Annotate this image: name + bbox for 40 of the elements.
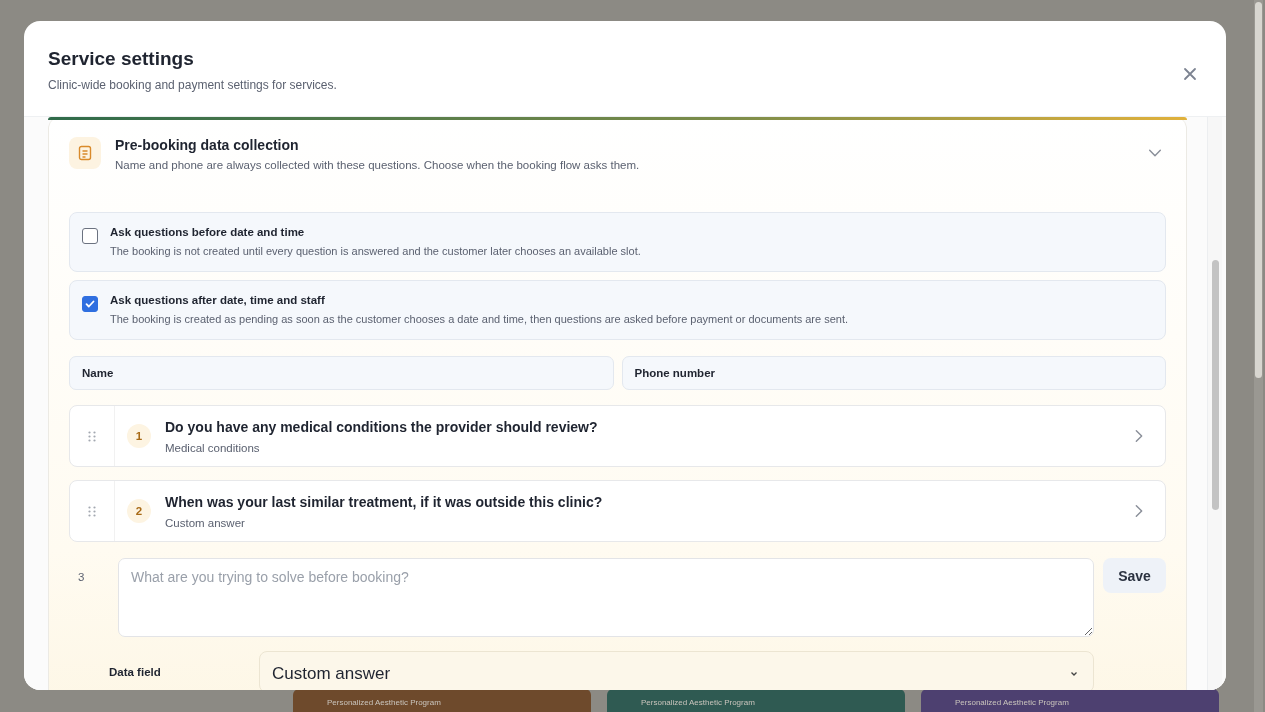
question-input[interactable]: What are you trying to solve before booking? (118, 558, 1094, 637)
option-label: Ask questions after date, time and staff (110, 294, 326, 306)
question-data-field: Custom answer (165, 517, 1123, 529)
fixed-field: Phone number (621, 356, 1166, 390)
save-button[interactable]: Save (1103, 558, 1166, 593)
question-row[interactable]: 2 When was your last similar treatment, if it was outside this clinic? Custom answer (69, 480, 1166, 542)
service-card[interactable]: Personalized Aesthetic Program (293, 689, 591, 712)
dialog-title: Service settings (48, 48, 194, 70)
question-row[interactable]: 1 Do you have any medical conditions the provider should review? Medical conditions (69, 405, 1166, 467)
question-number: 1 (127, 424, 151, 448)
data-field-select[interactable]: Custom answer (259, 651, 1094, 690)
service-card[interactable]: Personalized Aesthetic Program (921, 689, 1219, 712)
question-title: When was your last similar treatment, if it was outside this clinic? (165, 494, 604, 510)
dialog-subtitle: Clinic-wide booking and payment settings for services. (48, 78, 337, 92)
timing-option[interactable]: Ask questions before date and time The booking is not created until every question is answered and the customer later chooses an available slot. (69, 212, 1166, 272)
timing-option[interactable]: Ask questions after date, time and staff The booking is created as pending as soon as the customer chooses a date and time, then questions are asked before payment or documents are sent. (69, 280, 1166, 340)
section-description: Name and phone are always collected with these questions. Choose when the booking flow asks them. (115, 159, 641, 171)
service-card[interactable]: Personalized Aesthetic Program (607, 689, 905, 712)
page-scrollbar[interactable] (1254, 0, 1263, 712)
question-title: Do you have any medical conditions the provider should review? (165, 419, 599, 435)
card-subtitle: Personalized Aesthetic Program (327, 698, 441, 708)
close-icon (1183, 67, 1197, 81)
section-title: Pre-booking data collection (115, 137, 300, 153)
question-data-field: Medical conditions (165, 442, 1123, 454)
checkbox[interactable] (82, 228, 98, 244)
drag-handle-icon[interactable] (88, 430, 96, 442)
checkbox[interactable] (82, 296, 98, 312)
option-label: Ask questions before date and time (110, 226, 306, 238)
card-subtitle: Personalized Aesthetic Program (641, 698, 755, 708)
option-description: The booking is not created until every question is answered and the customer later chooses an available slot. (110, 245, 641, 257)
check-icon (85, 299, 95, 309)
option-description: The booking is created as pending as soon as the customer chooses a date and time, then questions are asked before payment or documents are sent. (110, 313, 849, 325)
scrollbar[interactable] (1207, 117, 1222, 690)
drag-handle-icon[interactable] (88, 505, 96, 517)
card-subtitle: Personalized Aesthetic Program (955, 698, 1069, 708)
fixed-field: Name (69, 356, 614, 390)
question-number: 3 (77, 570, 86, 583)
field-label: Data field (109, 665, 162, 678)
note-icon (69, 137, 101, 169)
question-number: 2 (127, 499, 151, 523)
